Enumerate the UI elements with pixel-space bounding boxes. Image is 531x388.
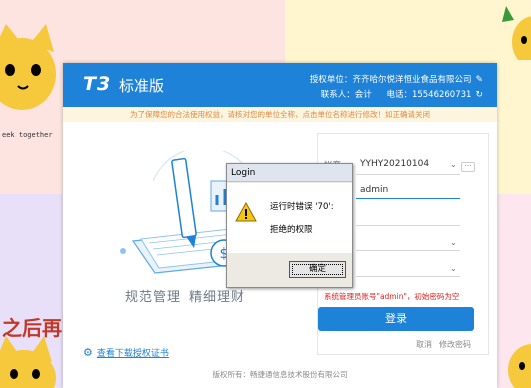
wallpaper-english-text: eek together xyxy=(2,131,53,139)
t3-logo: T3 xyxy=(83,73,112,95)
auth-unit-row: 授权单位：齐齐哈尔悦洋恒业食品有限公司 ✎ xyxy=(310,73,483,85)
change-password-link[interactable]: 修改密码 xyxy=(439,339,471,350)
cartoon-cat-bottom-right xyxy=(508,344,531,388)
language-chevron-down-icon[interactable]: ⌄ xyxy=(450,264,457,273)
certificate-gear-icon: ⚙ xyxy=(83,346,93,359)
account-more-button[interactable]: ··· xyxy=(461,162,475,172)
app-header: T3 标准版 授权单位：齐齐哈尔悦洋恒业食品有限公司 ✎ 联系人：会计 电话：15… xyxy=(63,63,497,107)
dialog-title[interactable]: Login xyxy=(227,164,352,182)
warning-icon xyxy=(235,202,257,222)
password-field[interactable] xyxy=(356,225,460,226)
contact-row: 联系人：会计 电话：15546260731 ↻ xyxy=(321,88,483,100)
username-underline xyxy=(356,198,460,199)
account-value[interactable]: YYHY20210104 xyxy=(360,159,429,169)
download-certificate-label[interactable]: 查看下载授权证书 xyxy=(97,349,169,359)
date-chevron-down-icon[interactable]: ⌄ xyxy=(450,238,457,247)
auth-unit-name[interactable]: 齐齐哈尔悦洋恒业食品有限公司 xyxy=(352,75,471,85)
date-field[interactable] xyxy=(356,250,460,251)
slogan: 规范管理 精细理财 xyxy=(125,286,253,305)
dialog-ok-button[interactable]: 确定 xyxy=(289,261,346,278)
wallpaper-chinese-text: 之后再 xyxy=(2,316,62,340)
login-error-dialog: Login 运行时错误 '70': 拒绝的权限 确定 xyxy=(226,163,353,288)
cartoon-cat-top-left xyxy=(0,24,56,110)
cartoon-cat-top-right xyxy=(502,6,531,60)
phone-value: 15546260731 xyxy=(411,90,472,100)
copyright-footer: 版权所有：畅捷通信息技术股份有限公司 xyxy=(212,370,348,379)
auth-unit-label: 授权单位： xyxy=(309,75,353,85)
slogan-part-2: 精细理财 xyxy=(189,290,246,305)
admin-password-hint: 系统管理员账号"admin"，初始密码为空 xyxy=(324,292,460,301)
account-underline xyxy=(356,174,460,175)
login-button[interactable]: 登录 xyxy=(318,307,474,331)
edit-icon[interactable]: ✎ xyxy=(475,75,483,85)
download-certificate-link[interactable]: ⚙ 查看下载授权证书 xyxy=(83,346,169,359)
slogan-part-1: 规范管理 xyxy=(125,290,182,305)
dialog-message-line-1: 运行时错误 '70': xyxy=(270,202,334,212)
cancel-link[interactable]: 取消 xyxy=(416,339,432,350)
refresh-icon[interactable]: ↻ xyxy=(475,90,483,100)
username-input[interactable]: admin xyxy=(360,185,388,195)
phone-label: 电话： xyxy=(386,90,412,100)
contact-value: 会计 xyxy=(354,90,372,100)
contact-label: 联系人： xyxy=(320,90,355,100)
language-field[interactable] xyxy=(356,276,460,277)
notice-bar: 为了保障您的合法使用权益，请核对您的单位全称，点击单位名称进行修改！如正确请关闭 xyxy=(63,107,497,122)
dialog-message-line-2: 拒绝的权限 xyxy=(270,225,313,235)
product-name: 标准版 xyxy=(119,77,165,95)
account-chevron-down-icon[interactable]: ⌄ xyxy=(450,160,457,169)
